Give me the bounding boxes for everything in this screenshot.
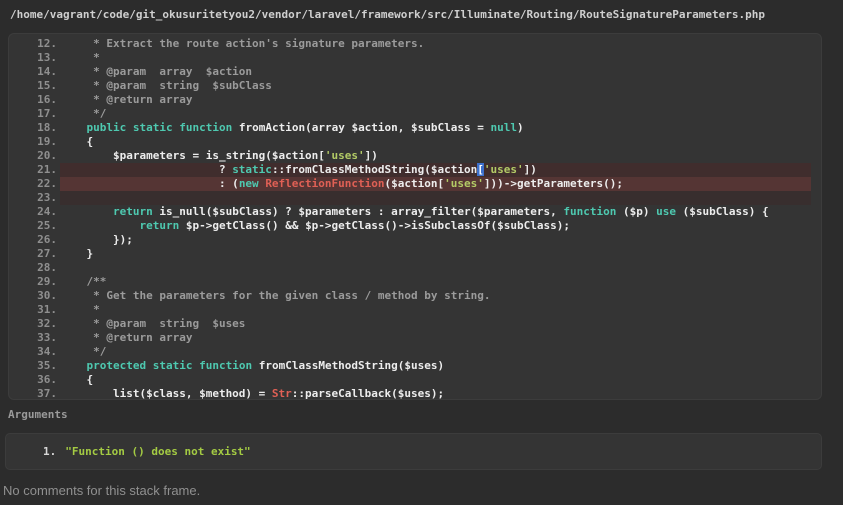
- line-number: 23.: [37, 191, 57, 204]
- code-text: *: [60, 51, 100, 64]
- code-text: */: [60, 107, 107, 120]
- code-line: 17. */: [9, 107, 821, 121]
- line-number: 16.: [37, 93, 57, 106]
- code-line: 23.: [9, 191, 821, 205]
- code-text: * @param string $uses: [60, 317, 246, 330]
- code-text: * @return array: [60, 331, 193, 344]
- code-line: 27. }: [9, 247, 821, 261]
- code-text: list($class, $method) = Str::parseCallba…: [60, 387, 445, 400]
- line-number: 33.: [37, 331, 57, 344]
- line-number: 28.: [37, 261, 57, 274]
- code-text: public static function fromAction(array …: [86, 121, 524, 134]
- code-text: protected static function fromClassMetho…: [86, 359, 445, 372]
- code-text: }: [60, 247, 94, 260]
- line-number: 19.: [37, 135, 57, 148]
- code-line: 24. return is_null($subClass) ? $paramet…: [9, 205, 821, 219]
- line-number: 27.: [37, 247, 57, 260]
- code-text: * @param array $action: [60, 65, 253, 78]
- code-line: 16. * @return array: [9, 93, 821, 107]
- code-text: {: [60, 135, 94, 148]
- argument-value: "Function () does not exist": [65, 445, 251, 458]
- code-text: [60, 191, 811, 205]
- argument-item: 1. "Function () does not exist": [6, 434, 821, 469]
- line-number: 22.: [37, 177, 57, 190]
- code-line: 32. * @param string $uses: [9, 317, 821, 331]
- line-number: 15.: [37, 79, 57, 92]
- arguments-heading: Arguments: [8, 408, 68, 421]
- line-number: 34.: [37, 345, 57, 358]
- line-number: 35.: [37, 359, 57, 372]
- code-line: 13. *: [9, 51, 821, 65]
- frame-file-path: /home/vagrant/code/git_okusuritetyou2/ve…: [10, 8, 765, 21]
- code-line: 30. * Get the parameters for the given c…: [9, 289, 821, 303]
- code-text: *: [60, 303, 100, 316]
- line-number: 31.: [37, 303, 57, 316]
- line-number: 21.: [37, 163, 57, 176]
- code-line: 28.: [9, 261, 821, 275]
- code-text: * @param string $subClass: [60, 79, 272, 92]
- code-line: 25. return $p->getClass() && $p->getClas…: [9, 219, 821, 233]
- line-number: 25.: [37, 219, 57, 232]
- code-viewer: 12. * Extract the route action's signatu…: [8, 33, 822, 400]
- code-line: 35. protected static function fromClassM…: [9, 359, 821, 373]
- code-line: 18. public static function fromAction(ar…: [9, 121, 821, 135]
- line-number: 20.: [37, 149, 57, 162]
- code-text: });: [60, 233, 133, 246]
- code-text: /**: [60, 275, 107, 288]
- line-number: 26.: [37, 233, 57, 246]
- code-line: 34. */: [9, 345, 821, 359]
- line-number: 12.: [37, 37, 57, 50]
- line-number: 30.: [37, 289, 57, 302]
- code-text: * Get the parameters for the given class…: [60, 289, 491, 302]
- line-number: 36.: [37, 373, 57, 386]
- argument-index: 1.: [43, 445, 57, 458]
- line-number: 24.: [37, 205, 57, 218]
- code-line: 12. * Extract the route action's signatu…: [9, 37, 821, 51]
- code-line: 15. * @param string $subClass: [9, 79, 821, 93]
- code-text: */: [60, 345, 107, 358]
- code-line: 36. {: [9, 373, 821, 387]
- line-number: 32.: [37, 317, 57, 330]
- line-number: 18.: [37, 121, 57, 134]
- code-line: 19. {: [9, 135, 821, 149]
- frame-comments-text: No comments for this stack frame.: [3, 483, 201, 498]
- code-line: 37. list($class, $method) = Str::parseCa…: [9, 387, 821, 400]
- code-text: {: [60, 373, 94, 386]
- code-line: 14. * @param array $action: [9, 65, 821, 79]
- code-text: * Extract the route action's signature p…: [60, 37, 425, 50]
- code-text: return is_null($subClass) ? $parameters …: [112, 205, 769, 218]
- code-line: 31. *: [9, 303, 821, 317]
- line-number: 29.: [37, 275, 57, 288]
- line-number: 17.: [37, 107, 57, 120]
- code-line: 21. ? static::fromClassMethodString($act…: [9, 163, 821, 177]
- code-line: 26. });: [9, 233, 821, 247]
- line-number: 37.: [37, 387, 57, 400]
- code-text: $parameters = is_string($action['uses']): [60, 149, 378, 162]
- code-text: : (new ReflectionFunction($action['uses'…: [60, 177, 811, 191]
- code-text: * @return array: [60, 93, 193, 106]
- line-number: 14.: [37, 65, 57, 78]
- code-text: ? static::fromClassMethodString($action[…: [60, 163, 811, 177]
- code-line: 22. : (new ReflectionFunction($action['u…: [9, 177, 821, 191]
- code-text: return $p->getClass() && $p->getClass()-…: [139, 219, 570, 232]
- arguments-panel: 1. "Function () does not exist": [5, 433, 822, 470]
- code-line: 29. /**: [9, 275, 821, 289]
- code-line: 20. $parameters = is_string($action['use…: [9, 149, 821, 163]
- line-number: 13.: [37, 51, 57, 64]
- code-line: 33. * @return array: [9, 331, 821, 345]
